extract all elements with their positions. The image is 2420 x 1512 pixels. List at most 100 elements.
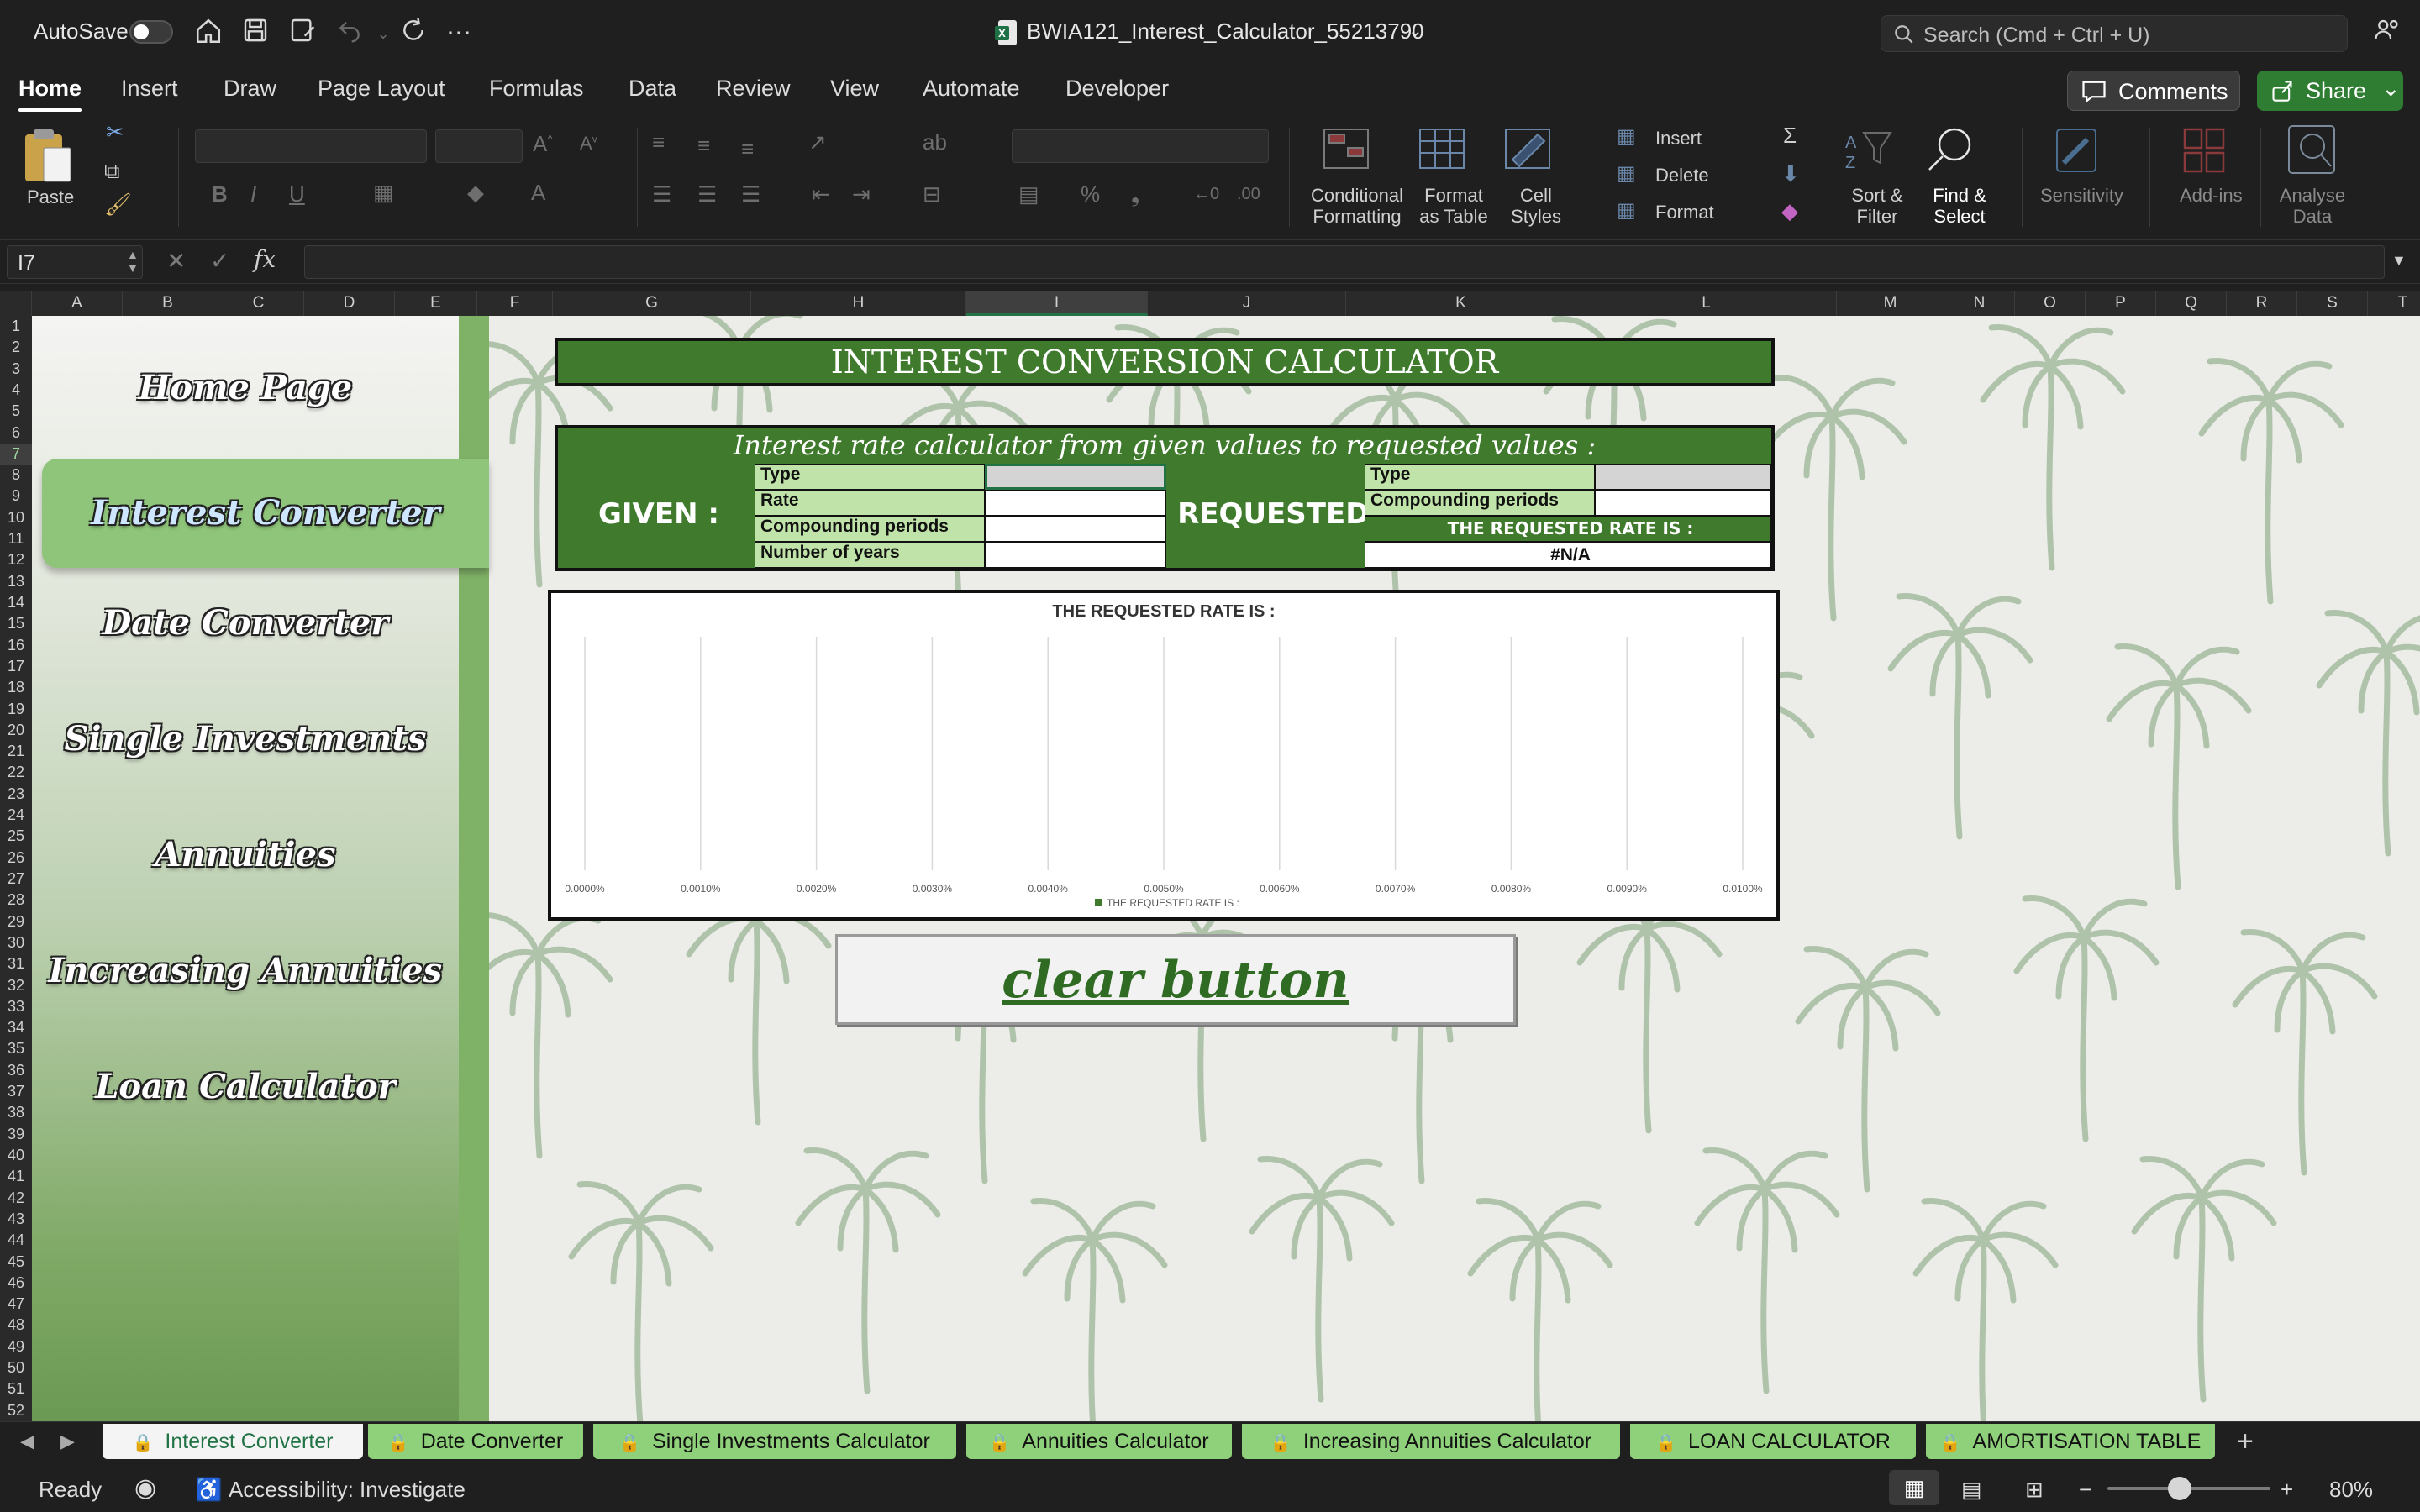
column-header-j[interactable]: J: [1148, 291, 1346, 316]
fill-color-icon[interactable]: ◆: [467, 180, 484, 206]
row-header-29[interactable]: 29: [0, 911, 32, 932]
row-header-19[interactable]: 19: [0, 699, 32, 720]
row-header-27[interactable]: 27: [0, 869, 32, 890]
row-header-18[interactable]: 18: [0, 677, 32, 698]
row-header-51[interactable]: 51: [0, 1378, 32, 1399]
row-header-11[interactable]: 11: [0, 528, 32, 549]
row-header-8[interactable]: 8: [0, 465, 32, 486]
column-header-f[interactable]: F: [477, 291, 553, 316]
row-header-38[interactable]: 38: [0, 1102, 32, 1123]
tab-draw[interactable]: Draw: [224, 76, 276, 102]
row-header-23[interactable]: 23: [0, 784, 32, 805]
nav-home-page[interactable]: Home Page: [32, 354, 459, 422]
sensitivity-label[interactable]: Sensitivity: [2040, 185, 2123, 206]
borders-icon[interactable]: ▦: [373, 180, 394, 206]
cell-styles-label[interactable]: Cell Styles: [1502, 185, 1570, 227]
font-color-icon[interactable]: A: [531, 180, 545, 206]
column-header-d[interactable]: D: [304, 291, 395, 316]
analyse-data-icon[interactable]: [2287, 124, 2336, 179]
search-input[interactable]: Search (Cmd + Ctrl + U): [1881, 15, 2348, 52]
add-ins-label[interactable]: Add-ins: [2180, 185, 2243, 206]
row-header-25[interactable]: 25: [0, 826, 32, 847]
comments-button[interactable]: Comments: [2067, 71, 2240, 111]
row-header-45[interactable]: 45: [0, 1252, 32, 1273]
sheet-tab-increasing-annuities[interactable]: 🔒 Increasing Annuities Calculator: [1242, 1424, 1620, 1459]
delete-cells-label[interactable]: Delete: [1655, 165, 1709, 186]
number-format-select[interactable]: [1012, 129, 1269, 163]
share-button[interactable]: Share ⌄: [2257, 71, 2403, 111]
row-header-7[interactable]: 7: [0, 443, 32, 465]
row-header-9[interactable]: 9: [0, 486, 32, 507]
font-size-select[interactable]: [435, 129, 523, 163]
tab-page-layout[interactable]: Page Layout: [318, 76, 445, 102]
row-header-1[interactable]: 1: [0, 316, 32, 337]
column-header-l[interactable]: L: [1576, 291, 1837, 316]
macro-record-icon[interactable]: ◉: [134, 1473, 156, 1503]
column-header-b[interactable]: B: [123, 291, 213, 316]
column-header-t[interactable]: T: [2368, 291, 2420, 316]
nav-increasing-annuities[interactable]: Increasing Annuities: [32, 937, 459, 1005]
decrease-decimal-icon[interactable]: .00: [1237, 185, 1260, 204]
row-header-16[interactable]: 16: [0, 635, 32, 656]
row-header-37[interactable]: 37: [0, 1081, 32, 1102]
row-header-43[interactable]: 43: [0, 1209, 32, 1230]
row-header-42[interactable]: 42: [0, 1188, 32, 1209]
given-type-dropdown[interactable]: [985, 464, 1166, 490]
row-header-6[interactable]: 6: [0, 423, 32, 444]
tab-home[interactable]: Home: [18, 76, 82, 112]
rate-chart[interactable]: THE REQUESTED RATE IS : 0.0000% 0.0010% 0.0…: [548, 590, 1780, 921]
worksheet[interactable]: Home Page Interest Converter Date Conver…: [32, 316, 2420, 1421]
decrease-indent-icon[interactable]: ⇤: [812, 181, 830, 207]
row-header-28[interactable]: 28: [0, 890, 32, 911]
normal-view-icon[interactable]: ▦: [1889, 1470, 1939, 1505]
row-header-36[interactable]: 36: [0, 1060, 32, 1081]
previous-sheet-icon[interactable]: ◀: [20, 1431, 34, 1452]
cell-styles-icon[interactable]: [1504, 126, 1555, 176]
paste-label[interactable]: Paste: [27, 186, 74, 207]
nav-loan-calculator[interactable]: Loan Calculator: [32, 1053, 459, 1121]
insert-function-icon[interactable]: fx: [254, 245, 276, 273]
merge-icon[interactable]: ⊟: [923, 181, 941, 207]
delete-cells-icon[interactable]: ▦: [1617, 161, 1636, 186]
accessibility-status[interactable]: Accessibility: Investigate: [229, 1477, 466, 1503]
tab-data[interactable]: Data: [629, 76, 676, 102]
column-header-p[interactable]: P: [2086, 291, 2156, 316]
conditional-formatting-icon[interactable]: [1323, 126, 1373, 176]
nav-single-investments[interactable]: Single Investments: [32, 706, 459, 773]
row-header-13[interactable]: 13: [0, 571, 32, 592]
paste-icon[interactable]: [22, 128, 74, 186]
zoom-slider-handle[interactable]: [2168, 1477, 2191, 1500]
nav-interest-converter[interactable]: Interest Converter: [42, 459, 489, 568]
formula-input[interactable]: [304, 245, 2385, 279]
tab-developer[interactable]: Developer: [1065, 76, 1169, 102]
row-header-15[interactable]: 15: [0, 613, 32, 634]
zoom-level[interactable]: 80%: [2329, 1477, 2373, 1503]
tab-insert[interactable]: Insert: [121, 76, 178, 102]
row-header-10[interactable]: 10: [0, 507, 32, 528]
column-header-a[interactable]: A: [32, 291, 123, 316]
column-header-e[interactable]: E: [395, 291, 477, 316]
save-icon[interactable]: [239, 17, 272, 50]
given-compounding-input[interactable]: [985, 516, 1166, 542]
insert-cells-label[interactable]: Insert: [1655, 128, 1702, 149]
row-header-35[interactable]: 35: [0, 1038, 32, 1059]
zoom-in-icon[interactable]: +: [2281, 1477, 2293, 1503]
align-left-icon[interactable]: ☰: [652, 181, 671, 207]
zoom-out-icon[interactable]: −: [2079, 1477, 2091, 1503]
page-layout-view-icon[interactable]: ▤: [1961, 1477, 1982, 1503]
expand-formula-bar-icon[interactable]: ▼: [2391, 252, 2407, 270]
row-header-50[interactable]: 50: [0, 1357, 32, 1378]
sheet-tab-single-investments[interactable]: 🔒 Single Investments Calculator: [593, 1424, 956, 1459]
given-rate-input[interactable]: [985, 490, 1166, 516]
sort-filter-icon[interactable]: AZ: [1844, 126, 1894, 176]
accounting-format-icon[interactable]: ▤: [1018, 181, 1039, 207]
row-header-49[interactable]: 49: [0, 1336, 32, 1357]
nav-annuities[interactable]: Annuities: [32, 822, 459, 889]
row-header-2[interactable]: 2: [0, 337, 32, 358]
conditional-formatting-label[interactable]: Conditional Formatting: [1302, 185, 1412, 227]
format-cells-label[interactable]: Format: [1655, 202, 1714, 223]
row-header-33[interactable]: 33: [0, 996, 32, 1017]
format-painter-icon[interactable]: 🖌: [104, 192, 132, 218]
sheet-tab-loan-calculator[interactable]: 🔒 LOAN CALCULATOR: [1630, 1424, 1916, 1459]
increase-indent-icon[interactable]: ⇥: [852, 181, 871, 207]
